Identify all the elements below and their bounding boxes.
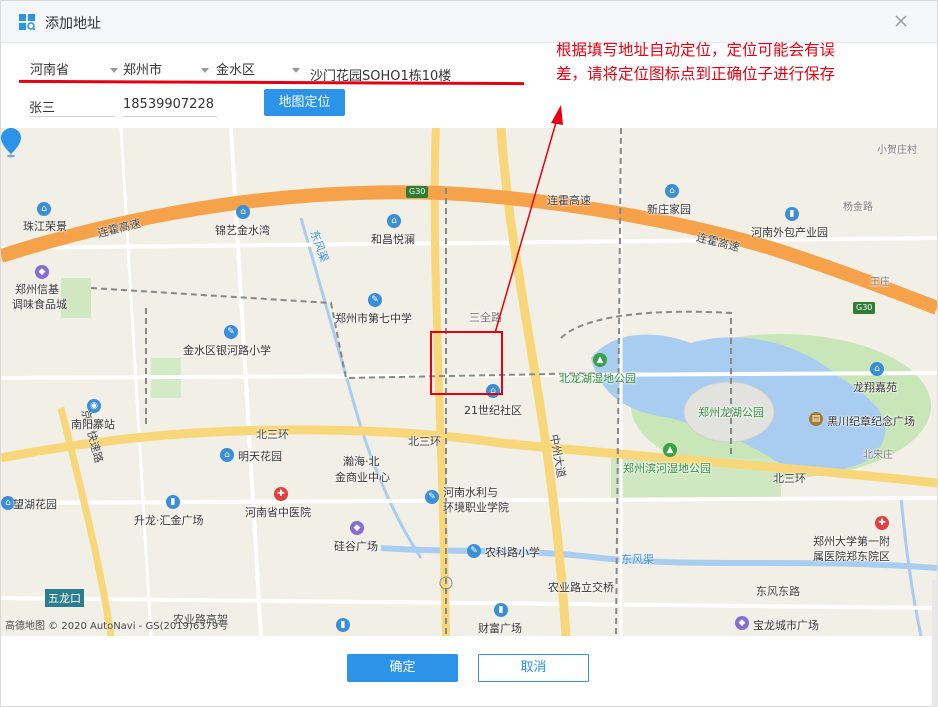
residential-icon: ⌂ [387,214,401,228]
window-edge [932,580,938,707]
road-line [1,596,937,610]
building-icon: ▮ [166,495,180,509]
building-icon: ▮ [785,207,799,221]
app-logo-icon [19,14,35,30]
school-icon: ✎ [224,325,238,339]
poi-label: 小贺庄村 [877,145,917,156]
residential-icon: ⌂ [220,448,234,462]
residential-icon: ⌂ [870,362,884,376]
poi-label: 五龙口 [45,589,84,607]
poi-label: 郑州市第七中学 [335,312,412,325]
poi-label: 新庄家园 [647,203,691,216]
poi-label: 升龙·汇金广场 [134,514,204,527]
road-label: 北三环 [408,435,441,448]
road-label: 北三环 [773,472,806,485]
map-locate-button[interactable]: 地图定位 [264,89,345,116]
hospital-icon: ✚ [875,516,889,530]
poi-label: 农科路小学 [485,546,540,559]
chevron-down-icon [201,68,209,73]
residential-icon: ⌂ [665,184,679,198]
poi-label: 瀚海·北 [343,455,380,468]
city-select[interactable]: 郑州市 [123,59,209,83]
poi-label: 农业路立交桥 [548,581,614,594]
dialog-titlebar: 添加地址 [1,1,937,43]
phone-input[interactable]: 18539907228 [123,93,217,117]
building-icon: ▮ [336,618,350,632]
residential-icon: ⌂ [236,205,250,219]
road-label: 连霍高速 [547,194,591,207]
shopping-icon: ◆ [35,265,49,279]
shopping-icon: ◆ [735,616,749,630]
poi-label: 锦艺金水湾 [215,224,270,237]
poi-label: 三全路 [469,311,502,324]
poi-label: 龙翔嘉苑 [853,381,897,394]
road-label: 北三环 [256,428,289,441]
canal-line [299,217,423,559]
highway-shield: G30 [853,302,876,314]
map-view[interactable]: G30 G30 连霍高速 连霍高速 连霍高速 东风渠 京广快速路 ⌂ 珠江荣景 … [1,128,937,636]
poi-label: 郑州龙湖公园 [698,406,764,419]
school-icon: ✎ [425,490,439,504]
station-icon: ◉ [87,399,101,413]
highway-shield: G30 [406,186,429,198]
poi-label: 河南省中医院 [245,506,311,519]
map-attribution: 高德地图 © 2020 AutoNavi - GS(2019)6379号 [5,621,229,632]
poi-label: 北宋庄 [863,450,893,461]
poi-label: 珠江荣景 [23,220,67,233]
school-icon: ✎ [368,293,382,307]
building-icon: ▮ [494,603,508,617]
poi-label: 硅谷广场 [334,540,378,553]
road-label: 东风渠 [621,553,654,566]
poi-label: 河南外包产业园 [751,226,828,239]
residential-icon: ⌂ [37,202,51,216]
location-marker-icon[interactable] [1,128,21,158]
road-label: 东风东路 [756,585,800,598]
confirm-button[interactable]: 确定 [347,654,458,682]
district-value: 金水区 [216,63,256,78]
annotation-note: 根据填写地址自动定位，定位可能会有误差，请将定位图标点到正确位子进行保存 [556,41,836,83]
poi-label: 和昌悦澜 [371,233,415,246]
poi-label: 黑川纪章纪念广场 [827,415,915,428]
district-select[interactable]: 金水区 [216,59,301,83]
shopping-icon: ◆ [350,521,364,535]
location-highlight-box [430,331,503,395]
chevron-down-icon [292,68,300,73]
poi-label: 北龙湖湿地公园 [559,372,636,385]
school-icon: ✎ [467,544,481,558]
poi-label: 明天花园 [238,450,282,463]
poi-label: 河南水利与 [443,486,498,499]
poi-label: 21世纪社区 [464,404,522,417]
poi-label: 环境职业学院 [443,501,509,514]
poi-label: 王庄 [870,277,890,288]
close-icon[interactable] [891,11,911,31]
add-address-dialog: 添加地址 河南省 郑州市 金水区 沙门花园SOHO1栋10楼 张三 185399… [0,0,938,707]
poi-label: 望湖花园 [13,498,57,511]
hospital-icon: ✚ [274,487,288,501]
poi-label: 郑州信基 [15,283,59,296]
park-icon: ▲ [593,353,607,367]
poi-label: 郑州滨河湿地公园 [623,462,711,475]
province-value: 河南省 [30,63,70,78]
poi-label: 宝龙城市广场 [753,619,819,632]
dialog-title: 添加地址 [45,16,101,32]
poi-label: 调味食品城 [12,298,67,311]
park-icon: ▲ [663,443,677,457]
city-value: 郑州市 [123,63,163,78]
poi-label: 财富广场 [478,622,522,635]
poi-label: 金水区银河路小学 [183,344,271,357]
poi-label: 南阳寨站 [71,418,115,431]
poi-label: 郑州大学第一附 [813,535,890,548]
chevron-down-icon [110,68,118,73]
poi-label: 金商业中心 [335,471,390,484]
cancel-button[interactable]: 取消 [478,654,589,682]
poi-label: 杨金路 [843,202,873,213]
landmark-icon: ▤ [809,412,823,426]
poi-label: 属医院郑东院区 [813,550,890,563]
name-input[interactable]: 张三 [29,93,115,117]
